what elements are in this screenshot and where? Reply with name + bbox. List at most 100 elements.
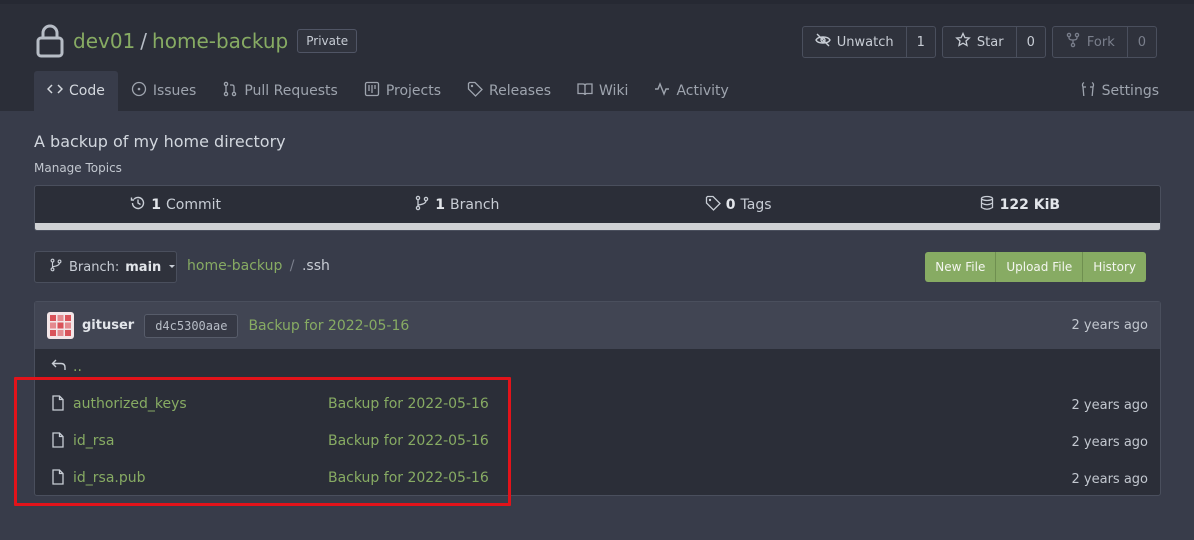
branches-label: Branch xyxy=(450,196,500,213)
watch-count[interactable]: 1 xyxy=(907,27,935,57)
commit-time: 2 years ago xyxy=(1071,318,1148,333)
file-row: id_rsa Backup for 2022-05-16 2 years ago xyxy=(35,422,1160,459)
tags-label: Tags xyxy=(740,196,772,213)
breadcrumb-repo-link[interactable]: home-backup xyxy=(187,258,282,274)
commit-author[interactable]: gituser xyxy=(82,318,134,333)
manage-topics-link[interactable]: Manage Topics xyxy=(34,161,122,175)
star-icon xyxy=(955,31,971,52)
repo-name-link[interactable]: home-backup xyxy=(152,29,288,53)
pull-request-icon xyxy=(222,81,238,101)
watch-button-group: Unwatch 1 xyxy=(801,26,936,58)
breadcrumb: home-backup / .ssh xyxy=(187,258,330,274)
tab-code-label: Code xyxy=(69,83,105,99)
tags-count: 0 xyxy=(725,196,736,213)
tab-activity-label: Activity xyxy=(676,83,729,99)
repo-separator: / xyxy=(140,29,148,53)
history-icon xyxy=(130,195,146,215)
size-value: 122 KiB xyxy=(999,196,1061,213)
book-icon xyxy=(577,81,593,101)
eye-slash-icon xyxy=(815,32,831,52)
commits-count: 1 xyxy=(151,196,161,213)
database-icon xyxy=(979,195,995,215)
repo-actions: Unwatch 1 Star 0 Fork 0 xyxy=(801,26,1157,58)
branch-icon xyxy=(414,195,430,215)
commits-stat[interactable]: 1 Commit xyxy=(35,195,316,215)
tab-pull-requests-label: Pull Requests xyxy=(244,83,338,99)
tools-icon xyxy=(1080,81,1096,101)
repo-stats-bar: 1 Commit 1 Branch 0 Tags 122 KiB xyxy=(34,185,1161,231)
tab-settings[interactable]: Settings xyxy=(1080,71,1159,111)
star-count[interactable]: 0 xyxy=(1017,27,1045,57)
file-row: authorized_keys Backup for 2022-05-16 2 … xyxy=(35,385,1160,422)
file-time: 2 years ago xyxy=(1071,435,1148,450)
latest-commit-row: gituser d4c5300aae Backup for 2022-05-16… xyxy=(35,302,1160,349)
avatar[interactable] xyxy=(47,312,74,339)
file-commit-message[interactable]: Backup for 2022-05-16 xyxy=(328,470,489,486)
parent-directory-row[interactable]: .. xyxy=(35,349,1160,385)
branch-dropdown[interactable]: Branch: main xyxy=(34,251,177,283)
repo-description: A backup of my home directory xyxy=(34,132,286,151)
tab-wiki-label: Wiki xyxy=(599,83,629,99)
chevron-down-icon xyxy=(167,260,177,275)
tab-issues[interactable]: Issues xyxy=(118,71,210,111)
size-stat: 122 KiB xyxy=(879,195,1160,215)
file-time: 2 years ago xyxy=(1071,472,1148,487)
fork-count[interactable]: 0 xyxy=(1128,27,1156,57)
branches-stat[interactable]: 1 Branch xyxy=(316,195,597,215)
file-table: gituser d4c5300aae Backup for 2022-05-16… xyxy=(34,301,1161,496)
file-time: 2 years ago xyxy=(1071,398,1148,413)
star-button[interactable]: Star xyxy=(943,27,1017,57)
history-button[interactable]: History xyxy=(1083,252,1146,282)
file-commit-message[interactable]: Backup for 2022-05-16 xyxy=(328,433,489,449)
fork-icon xyxy=(1065,32,1081,52)
file-icon xyxy=(51,395,65,415)
file-actions: New File Upload File History xyxy=(925,252,1146,282)
breadcrumb-separator: / xyxy=(289,258,295,274)
tab-releases[interactable]: Releases xyxy=(454,71,564,111)
tab-settings-label: Settings xyxy=(1101,83,1159,99)
private-badge: Private xyxy=(297,29,358,53)
file-icon xyxy=(51,432,65,452)
tag-icon xyxy=(705,195,721,215)
file-name-link[interactable]: authorized_keys xyxy=(73,396,187,412)
commits-label: Commit xyxy=(166,196,221,213)
tab-activity[interactable]: Activity xyxy=(641,71,741,111)
file-row: id_rsa.pub Backup for 2022-05-16 2 years… xyxy=(35,459,1160,496)
commit-message[interactable]: Backup for 2022-05-16 xyxy=(248,318,409,334)
lock-icon xyxy=(36,24,64,58)
unwatch-button[interactable]: Unwatch xyxy=(803,27,907,57)
branch-prefix: Branch: xyxy=(69,259,120,275)
upload-file-button[interactable]: Upload File xyxy=(996,252,1084,282)
repo-header: dev01 / home-backup Private Unwatch 1 St… xyxy=(0,4,1194,111)
star-label: Star xyxy=(976,34,1004,50)
new-file-button[interactable]: New File xyxy=(925,252,997,282)
repo-owner-link[interactable]: dev01 xyxy=(73,29,135,53)
language-bar xyxy=(35,223,1160,230)
branch-name: main xyxy=(125,259,162,275)
fork-button-group: Fork 0 xyxy=(1051,26,1157,58)
unwatch-label: Unwatch xyxy=(836,34,894,50)
tab-wiki[interactable]: Wiki xyxy=(564,71,641,111)
file-icon xyxy=(51,469,65,489)
file-name-link[interactable]: id_rsa xyxy=(73,433,114,449)
repo-tabs: Code Issues Pull Requests Projects Relea… xyxy=(34,71,742,111)
issue-icon xyxy=(131,81,147,101)
tab-pull-requests[interactable]: Pull Requests xyxy=(209,71,350,111)
file-name-link[interactable]: id_rsa.pub xyxy=(73,470,146,486)
fork-button[interactable]: Fork xyxy=(1053,27,1128,57)
tab-issues-label: Issues xyxy=(152,83,197,99)
pulse-icon xyxy=(654,81,670,101)
tags-stat[interactable]: 0 Tags xyxy=(598,195,879,215)
tab-code[interactable]: Code xyxy=(34,71,118,111)
branch-icon xyxy=(49,258,63,276)
file-commit-message[interactable]: Backup for 2022-05-16 xyxy=(328,396,489,412)
tab-releases-label: Releases xyxy=(489,83,552,99)
commit-sha[interactable]: d4c5300aae xyxy=(144,313,239,338)
tab-projects-label: Projects xyxy=(385,83,442,99)
back-arrow-icon xyxy=(51,357,67,377)
tab-projects[interactable]: Projects xyxy=(351,71,454,111)
parent-directory-link[interactable]: .. xyxy=(73,359,82,375)
tag-icon xyxy=(467,81,483,101)
code-icon xyxy=(46,81,64,101)
fork-label: Fork xyxy=(1086,34,1115,50)
